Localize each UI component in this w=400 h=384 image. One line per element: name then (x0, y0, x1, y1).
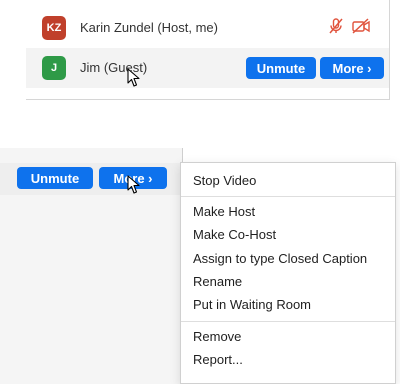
menu-item-put-in-waiting-room[interactable]: Put in Waiting Room (193, 297, 311, 312)
menu-divider (181, 321, 395, 322)
menu-item-make-host[interactable]: Make Host (193, 204, 255, 219)
mouse-pointer-icon (127, 68, 140, 87)
avatar: J (42, 56, 66, 80)
mic-muted-icon[interactable] (327, 17, 345, 40)
video-off-icon[interactable] (351, 17, 371, 40)
unmute-button[interactable]: Unmute (246, 57, 316, 79)
menu-item-assign-closed-caption[interactable]: Assign to type Closed Caption (193, 251, 367, 266)
participant-name: Karin Zundel (Host, me) (80, 20, 218, 35)
participant-row-karin[interactable]: KZ Karin Zundel (Host, me) (26, 10, 389, 46)
participant-status-icons (327, 17, 371, 40)
menu-item-make-co-host[interactable]: Make Co-Host (193, 227, 276, 242)
participants-panel: KZ Karin Zundel (Host, me) J Jim (Guest)… (26, 0, 390, 100)
menu-item-stop-video[interactable]: Stop Video (193, 173, 256, 188)
more-button[interactable]: More › (320, 57, 384, 79)
menu-divider (181, 196, 395, 197)
participant-row-jim[interactable]: J Jim (Guest) Unmute More › (26, 48, 389, 88)
menu-item-rename[interactable]: Rename (193, 274, 242, 289)
menu-item-remove[interactable]: Remove (193, 329, 241, 344)
avatar: KZ (42, 16, 66, 40)
menu-item-report[interactable]: Report... (193, 352, 243, 367)
unmute-button[interactable]: Unmute (17, 167, 93, 189)
participant-more-menu: Stop Video Make Host Make Co-Host Assign… (180, 162, 396, 384)
mouse-pointer-icon (127, 175, 140, 194)
